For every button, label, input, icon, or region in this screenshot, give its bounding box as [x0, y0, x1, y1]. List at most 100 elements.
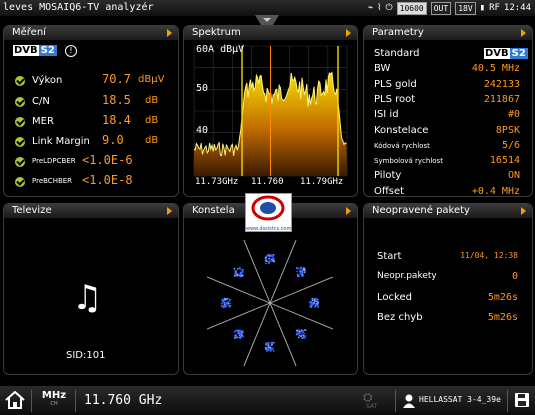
expand-arrow-icon[interactable]: [346, 207, 351, 215]
parameters-panel-header[interactable]: Parametry: [364, 26, 532, 40]
satellite-dish-icon: ⌁: [367, 3, 374, 13]
clock: 12:44: [503, 3, 531, 13]
parameter-label: PLS gold: [374, 78, 417, 90]
parameter-label: BW: [374, 63, 391, 75]
constellation-point: [295, 266, 307, 278]
mhz-ch-toggle[interactable]: MHz CH: [40, 390, 68, 407]
parameter-label: PLS root: [374, 93, 416, 105]
packet-stat-value: 5m26s: [487, 292, 518, 303]
packet-stat-value: 0: [511, 271, 518, 282]
packet-stat-label: Locked: [377, 292, 412, 303]
packet-stat-label: Start: [377, 251, 402, 262]
parameter-label: Standard: [374, 48, 420, 59]
constellation-point: [220, 297, 232, 309]
measurement-label: PreLDPCBER: [32, 157, 76, 165]
parameter-label: Symbolová rychlost: [374, 157, 443, 166]
parameter-label: ISI id: [374, 109, 399, 121]
measurement-label: Link Margin: [32, 136, 90, 147]
frequency-input[interactable]: 11.760 GHz: [84, 393, 162, 408]
parameters-panel[interactable]: Parametry Standard BW 40.5 MHz PLS gold 2421…: [363, 25, 533, 197]
measurement-unit: dB: [145, 95, 159, 106]
panel-title: Spektrum: [192, 27, 241, 38]
expand-arrow-icon[interactable]: [167, 29, 172, 37]
voltage-chip[interactable]: 18V: [455, 1, 476, 15]
measurement-unit: dB: [145, 135, 159, 146]
measurement-value: 18.5: [102, 93, 131, 107]
packet-stat-label: Bez chyb: [377, 312, 423, 323]
parameter-value: +0.4 MHz: [471, 185, 520, 197]
measurement-value: 18.4: [102, 113, 131, 127]
parameter-value: 211867: [483, 93, 520, 105]
measurement-value: 9.0: [102, 133, 124, 147]
signal-icon: ▮: [479, 3, 486, 13]
y-tick-50: 50: [196, 83, 209, 94]
sat-label: SAT: [366, 403, 378, 410]
wifi-icon: ⌇: [377, 3, 382, 13]
measurement-label: PreBCHBER: [32, 177, 73, 185]
measurement-value: <1.0E-6: [82, 153, 133, 167]
y-tick-40: 40: [196, 125, 209, 136]
spectrum-panel-header[interactable]: Spektrum: [184, 26, 357, 40]
constellation-point: [264, 253, 275, 265]
measurement-value: <1.0E-8: [82, 173, 133, 187]
ok-check-icon: [15, 157, 25, 167]
measurement-label: C/N: [32, 96, 50, 107]
constellation-point: [233, 329, 244, 340]
parameter-value: 242133: [483, 78, 520, 90]
spectrum-graph[interactable]: [184, 40, 357, 196]
lnb-frequency-chip[interactable]: 10600: [396, 1, 427, 15]
television-panel-header[interactable]: Televize: [4, 204, 178, 218]
service-id: SID:101: [66, 350, 106, 361]
measurement-value: 70.7: [102, 72, 131, 86]
parameter-value: #0: [507, 109, 520, 121]
television-panel[interactable]: Televize ♫ SID:101: [3, 203, 179, 375]
packet-stat-value: 5m26s: [487, 312, 518, 323]
panel-title: Neopravené pakety: [372, 205, 470, 216]
dvb-s2-logo: DVB S2 !: [13, 45, 78, 57]
expand-arrow-icon[interactable]: [167, 207, 172, 215]
uncorrected-packets-panel[interactable]: Neopravené pakety Start 11/04, 12:38 Neopr…: [363, 203, 533, 375]
parameter-value: 40.5 MHz: [471, 63, 520, 75]
standard-dvb-s2-logo: DVB S2: [484, 48, 528, 59]
home-icon[interactable]: [4, 391, 26, 409]
music-note-icon: ♫: [72, 278, 103, 318]
parameter-label: Konstelace: [374, 124, 429, 136]
panel-title: Konstela: [192, 205, 235, 216]
start-frequency-label: 11.73GHz: [195, 177, 239, 187]
output-chip[interactable]: OUT: [430, 1, 452, 15]
save-icon[interactable]: [514, 392, 530, 408]
satellite-name[interactable]: HELLASSAT 3-4_39e: [419, 395, 501, 404]
panel-title: Měření: [12, 27, 46, 38]
ok-check-icon: [15, 97, 25, 107]
stop-frequency-label: 11.79GHz: [300, 177, 344, 187]
measurement-label: MER: [32, 116, 54, 127]
expand-arrow-icon[interactable]: [521, 207, 526, 215]
center-frequency-label: 11.760: [251, 177, 284, 187]
parameter-label: Piloty: [374, 170, 402, 182]
measurement-panel-header[interactable]: Měření: [4, 26, 178, 40]
reference-level-label: 60A dBµV: [196, 44, 245, 55]
parameter-value: 8PSK: [495, 124, 520, 136]
ok-check-icon: [15, 117, 25, 127]
uncorrected-packets-panel-header[interactable]: Neopravené pakety: [364, 204, 532, 218]
constellation-diagram[interactable]: [184, 218, 357, 374]
packet-stat-value: 11/04, 12:38: [460, 251, 518, 260]
measurement-unit: dB: [145, 115, 159, 126]
expand-arrow-icon[interactable]: [346, 29, 351, 37]
expand-arrow-icon[interactable]: [521, 29, 526, 37]
spectrum-panel[interactable]: Spektrum 60A dBµV 50 40 11.73GHz 11.760 …: [183, 25, 358, 197]
bottom-bar: MHz CH 11.760 GHz ⛭ SAT HELLASSAT 3-4_39…: [0, 386, 535, 415]
packet-stat-label: Neopr.pakety: [377, 271, 437, 281]
info-icon[interactable]: !: [65, 45, 78, 57]
measurement-panel[interactable]: Měření DVB S2 ! Výkon 70.7 dBµV C/N 18.5 dB MER…: [3, 25, 179, 197]
parameter-value: ON: [507, 170, 520, 182]
constellation-point: [308, 297, 320, 308]
ok-check-icon: [15, 177, 25, 187]
parameter-value: 16514: [489, 155, 520, 167]
top-bar: leves MOSAIQ6-TV analyzér ⌁ ⌇ ⏻ 10600 OU…: [0, 0, 535, 16]
panel-title: Televize: [12, 205, 52, 216]
measurement-label: Výkon: [32, 75, 63, 86]
constellation-point: [233, 266, 244, 278]
constellation-point: [295, 329, 307, 339]
measurement-unit: dBµV: [138, 74, 165, 85]
